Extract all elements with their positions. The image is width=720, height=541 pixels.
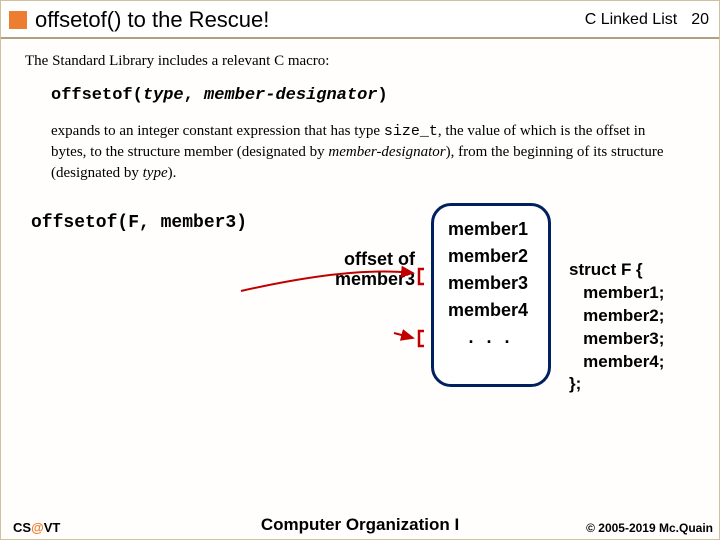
box-member1: member1 [448, 216, 548, 243]
footer-center: Computer Organization I [261, 515, 459, 535]
example-call: offsetof(F, member3) [31, 213, 247, 233]
header-accent-square [9, 11, 27, 29]
footer-at: @ [31, 520, 44, 535]
macro-arg-type: type [143, 86, 184, 105]
desc-part1d: ). [168, 165, 177, 181]
desc-member-designator: member-designator [328, 144, 445, 160]
offset-label: offset of member3 [315, 249, 415, 290]
struct-definition: struct F { member1; member2; member3; me… [569, 259, 664, 397]
box-member2: member2 [448, 243, 548, 270]
slide: offsetof() to the Rescue! C Linked List … [0, 0, 720, 540]
slide-body: The Standard Library includes a relevant… [1, 39, 719, 443]
offset-label-line1: offset of [315, 249, 415, 270]
slide-title: offsetof() to the Rescue! [35, 7, 585, 33]
desc-sizet: size_t [384, 123, 438, 140]
macro-description: expands to an integer constant expressio… [51, 121, 669, 183]
box-member4: member4 [448, 297, 548, 324]
intro-text: The Standard Library includes a relevant… [25, 53, 695, 70]
macro-signature: offsetof(type, member-designator) [51, 86, 695, 105]
macro-comma: , [184, 86, 204, 105]
box-ellipsis: . . . [448, 324, 548, 351]
slide-footer: CS@VT Computer Organization I © 2005-201… [1, 520, 719, 539]
page-number: 20 [691, 11, 709, 29]
macro-lparen: ( [133, 86, 143, 105]
offset-label-line2: member3 [315, 269, 415, 290]
footer-left: CS@VT [13, 520, 60, 535]
footer-copyright: © 2005-2019 Mc.Quain [586, 521, 713, 535]
desc-type: type [143, 165, 168, 181]
header-topic: C Linked List [585, 11, 678, 29]
footer-vt: VT [44, 520, 61, 535]
macro-name: offsetof [51, 86, 133, 105]
slide-header: offsetof() to the Rescue! C Linked List … [1, 1, 719, 39]
macro-rparen: ) [377, 86, 387, 105]
desc-part1a: expands to an integer constant expressio… [51, 123, 384, 139]
example-area: offsetof(F, member3) offset of member3 m… [25, 203, 695, 443]
box-member3: member3 [448, 270, 548, 297]
macro-arg-member: member-designator [204, 86, 377, 105]
header-right: C Linked List 20 [585, 11, 709, 29]
struct-members-box: member1 member2 member3 member4 . . . [431, 203, 551, 387]
footer-cs: CS [13, 520, 31, 535]
